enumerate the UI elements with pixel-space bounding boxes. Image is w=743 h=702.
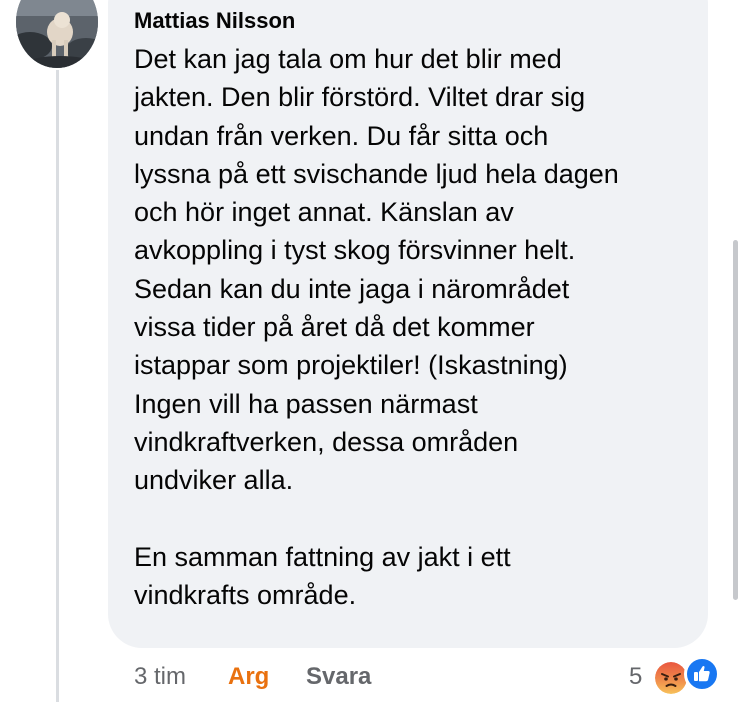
profile-photo-icon — [16, 0, 98, 68]
scrollbar[interactable] — [733, 240, 738, 600]
comment-line: istappar som projektiler! (Iskastning) — [134, 350, 568, 381]
reaction-button[interactable]: Arg — [228, 661, 269, 693]
comment-text: Det kan jag tala om hur det blir med jak… — [134, 40, 704, 614]
reply-button[interactable]: Svara — [306, 661, 371, 693]
comment-line: avkoppling i tyst skog försvinner helt. — [134, 235, 576, 266]
paragraph-break — [134, 500, 704, 538]
comment-thread: Mattias Nilsson Det kan jag tala om hur … — [0, 0, 743, 702]
comment-line: jakten. Den blir förstörd. Viltet drar s… — [134, 82, 586, 113]
reaction-count[interactable]: 5 — [629, 661, 642, 693]
comment-line: Det kan jag tala om hur det blir med — [134, 44, 562, 74]
comment-actions: 3 tim Arg Svara 5 — [0, 661, 743, 693]
timestamp[interactable]: 3 tim — [134, 661, 186, 693]
comment-line: vissa tider på året då det kommer — [134, 312, 535, 343]
comment-line: Sedan kan du inte jaga i närområdet — [134, 273, 570, 304]
like-reaction-icon[interactable] — [684, 656, 720, 692]
comment-author[interactable]: Mattias Nilsson — [134, 8, 295, 34]
thread-line — [56, 70, 59, 702]
comment-line: vindkraftverken, dessa områden — [134, 426, 519, 457]
comment-line: En samman fattning av jakt i ett — [134, 541, 511, 572]
comment-line: lyssna på ett svischande ljud hela dagen — [134, 158, 619, 189]
avatar[interactable] — [16, 0, 98, 68]
comment-line: undviker alla. — [134, 465, 294, 496]
comment-line: undan från verken. Du får sitta och — [134, 120, 549, 151]
comment-line: vindkrafts område. — [134, 580, 357, 611]
comment-line: Ingen vill ha passen närmast — [134, 388, 478, 419]
comment-line: och hör inget annat. Känslan av — [134, 197, 514, 228]
